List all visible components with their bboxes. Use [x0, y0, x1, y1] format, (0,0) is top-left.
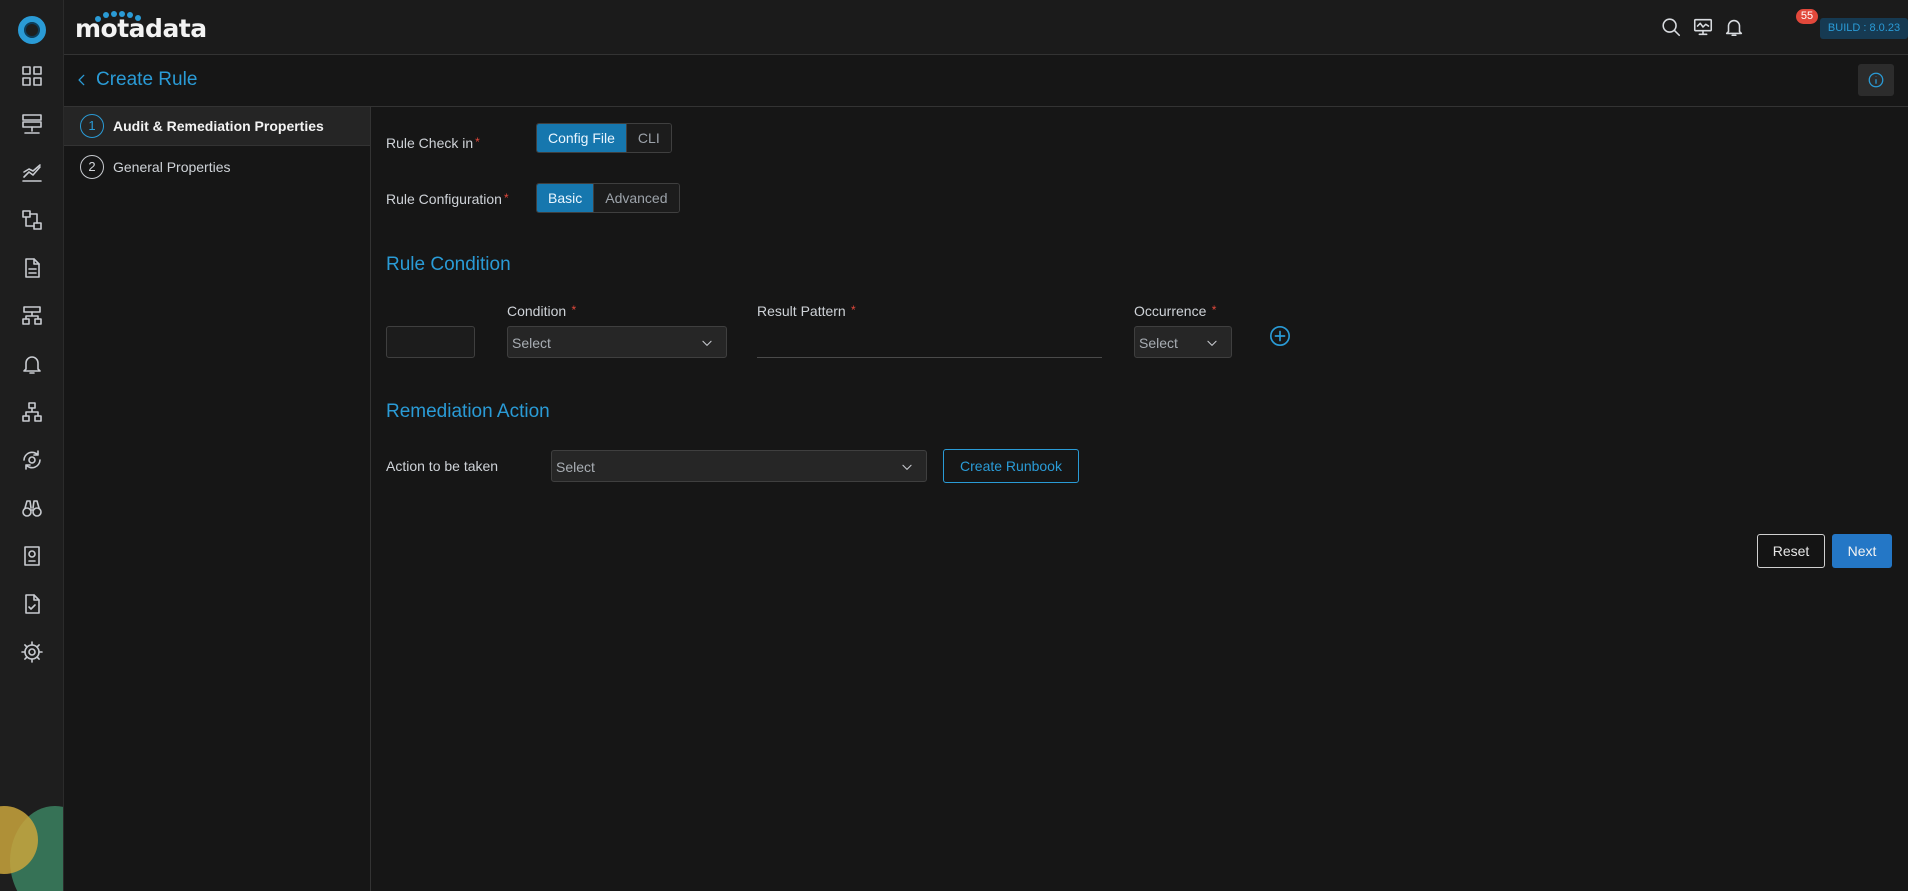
- app-logo-icon[interactable]: [18, 16, 46, 44]
- rule-configuration-label-text: Rule Configuration: [386, 191, 502, 207]
- alert-bell-icon[interactable]: [12, 346, 52, 382]
- rule-check-in-toggle: Config File CLI: [536, 123, 672, 153]
- app-root: motadata 55 BUILD : 8.0.23 Create Rule 1…: [0, 0, 1908, 891]
- result-pattern-label: Result Pattern *: [757, 303, 856, 319]
- required-mark: *: [1208, 303, 1217, 317]
- bell-icon[interactable]: [1721, 14, 1747, 40]
- step-audit-remediation[interactable]: 1 Audit & Remediation Properties: [64, 107, 370, 146]
- add-condition-button[interactable]: [1269, 325, 1291, 347]
- rule-form: Rule Check in * Config File CLI Rule Conf…: [372, 107, 1908, 891]
- chevron-down-icon: [900, 460, 914, 474]
- chevron-down-icon: [700, 336, 714, 350]
- rule-condition-title: Rule Condition: [386, 254, 511, 275]
- next-button[interactable]: Next: [1832, 534, 1892, 568]
- occurrence-label-text: Occurrence: [1134, 303, 1207, 319]
- servers-icon[interactable]: [12, 106, 52, 142]
- step-label: General Properties: [113, 158, 231, 175]
- reset-button[interactable]: Reset: [1757, 534, 1825, 568]
- cli-option[interactable]: CLI: [626, 124, 671, 152]
- monitor-icon[interactable]: [1690, 14, 1716, 40]
- step-number: 1: [80, 114, 104, 138]
- brand-dots-icon: [93, 11, 153, 23]
- occurrence-select-value: Select: [1139, 335, 1178, 351]
- required-mark: *: [847, 303, 856, 317]
- action-select[interactable]: Select: [551, 450, 927, 482]
- metrics-chart-icon[interactable]: [12, 154, 52, 190]
- settings-gear-icon[interactable]: [12, 634, 52, 670]
- occurrence-select[interactable]: Select: [1134, 326, 1232, 358]
- action-select-value: Select: [556, 459, 595, 475]
- dashboard-icon[interactable]: [12, 58, 52, 94]
- back-button[interactable]: [70, 68, 94, 92]
- occurrence-label: Occurrence *: [1134, 303, 1216, 319]
- rule-check-in-label: Rule Check in *: [386, 135, 480, 151]
- advanced-option[interactable]: Advanced: [594, 184, 679, 212]
- binoculars-icon[interactable]: [12, 490, 52, 526]
- sync-gear-icon[interactable]: [12, 442, 52, 478]
- required-mark: *: [568, 303, 577, 317]
- top-bar: motadata 55 BUILD : 8.0.23: [64, 0, 1908, 55]
- basic-option[interactable]: Basic: [537, 184, 595, 212]
- required-mark: *: [503, 191, 509, 205]
- required-mark: *: [475, 135, 480, 149]
- step-general-properties[interactable]: 2 General Properties: [64, 147, 370, 186]
- search-icon[interactable]: [1658, 14, 1684, 40]
- condition-select[interactable]: Select: [507, 326, 727, 358]
- brand-logo[interactable]: motadata: [75, 11, 207, 44]
- condition-select-value: Select: [512, 335, 551, 351]
- hierarchy-icon[interactable]: [12, 394, 52, 430]
- notification-count-badge: 55: [1796, 9, 1818, 24]
- rule-check-in-label-text: Rule Check in: [386, 135, 474, 151]
- condition-label: Condition *: [507, 303, 576, 319]
- action-to-be-taken-label: Action to be taken: [386, 458, 499, 474]
- report-document-icon[interactable]: [12, 250, 52, 286]
- chevron-down-icon: [1205, 336, 1219, 350]
- build-badge: BUILD : 8.0.23: [1820, 18, 1908, 39]
- topology-icon[interactable]: [12, 202, 52, 238]
- config-file-option[interactable]: Config File: [537, 124, 627, 152]
- rule-configuration-toggle: Basic Advanced: [536, 183, 680, 213]
- left-nav-rail: [0, 0, 64, 891]
- condition-prefix-input[interactable]: [386, 326, 475, 358]
- info-icon: [1868, 72, 1884, 88]
- info-button[interactable]: [1858, 64, 1894, 96]
- chevron-left-icon: [78, 74, 85, 86]
- create-runbook-button[interactable]: Create Runbook: [943, 449, 1079, 483]
- page-title: Create Rule: [96, 69, 198, 90]
- step-number: 2: [80, 154, 104, 179]
- remediation-action-title: Remediation Action: [386, 401, 550, 422]
- plus-circle-icon: [1270, 326, 1290, 346]
- rule-configuration-label: Rule Configuration *: [386, 191, 509, 207]
- result-pattern-label-text: Result Pattern: [757, 303, 846, 319]
- result-pattern-input[interactable]: [757, 326, 1102, 358]
- step-label: Audit & Remediation Properties: [113, 118, 324, 134]
- audit-report-icon[interactable]: [12, 538, 52, 574]
- checklist-icon[interactable]: [12, 586, 52, 622]
- wizard-steps: 1 Audit & Remediation Properties 2 Gener…: [64, 107, 371, 891]
- network-flow-icon[interactable]: [12, 298, 52, 334]
- condition-label-text: Condition: [507, 303, 567, 319]
- page-header: Create Rule: [64, 56, 1908, 107]
